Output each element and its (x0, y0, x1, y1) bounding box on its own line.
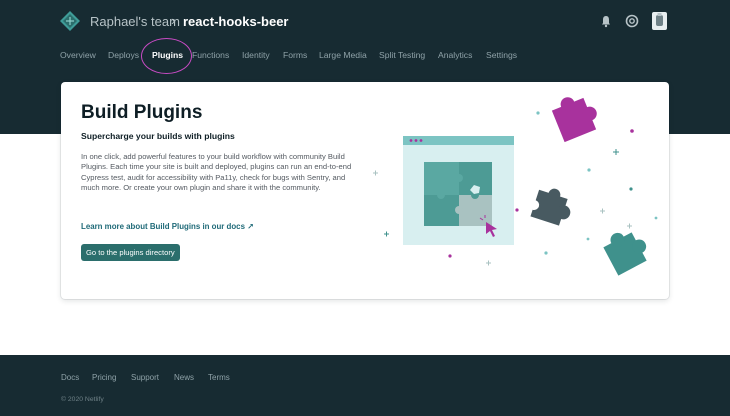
nav-forms[interactable]: Forms (283, 50, 307, 60)
user-avatar-icon[interactable] (652, 12, 667, 30)
footer-link-docs[interactable]: Docs (61, 373, 79, 382)
nav-overview[interactable]: Overview (60, 50, 96, 60)
learn-more-link[interactable]: Learn more about Build Plugins in our do… (81, 222, 254, 231)
nav-settings[interactable]: Settings (486, 50, 517, 60)
nav-functions[interactable]: Functions (192, 50, 229, 60)
nav-large-media[interactable]: Large Media (319, 50, 367, 60)
footer-link-pricing[interactable]: Pricing (92, 373, 116, 382)
browser-window-graphic (403, 136, 514, 245)
nav-analytics[interactable]: Analytics (438, 50, 472, 60)
card-subtitle: Supercharge your builds with plugins (81, 131, 235, 141)
slate-puzzle-piece-graphic (529, 188, 571, 226)
footer (0, 355, 730, 416)
copyright-text: © 2020 Netlify (61, 396, 104, 403)
magenta-puzzle-piece-graphic (551, 97, 597, 143)
footer-link-terms[interactable]: Terms (208, 373, 230, 382)
footer-link-news[interactable]: News (174, 373, 194, 382)
top-header: Raphael's team › react-hooks-beer (0, 0, 730, 44)
help-icon[interactable] (624, 13, 640, 29)
breadcrumb-separator: › (171, 13, 176, 28)
plugins-directory-button[interactable]: Go to the plugins directory (81, 244, 180, 261)
plugins-highlight-circle (141, 38, 192, 74)
teal-puzzle-piece-graphic (603, 232, 647, 276)
footer-link-support[interactable]: Support (131, 373, 159, 382)
team-name-link[interactable]: Raphael's team (90, 14, 180, 29)
nav-deploys[interactable]: Deploys (108, 50, 139, 60)
card-description: In one click, add powerful features to y… (81, 152, 352, 193)
plugins-illustration (373, 97, 658, 276)
bell-icon[interactable] (598, 13, 614, 29)
netlify-logo-icon[interactable] (60, 11, 80, 31)
nav-split-testing[interactable]: Split Testing (379, 50, 425, 60)
card-title: Build Plugins (81, 102, 203, 123)
nav-identity[interactable]: Identity (242, 50, 270, 60)
site-name-link[interactable]: react-hooks-beer (183, 14, 288, 29)
